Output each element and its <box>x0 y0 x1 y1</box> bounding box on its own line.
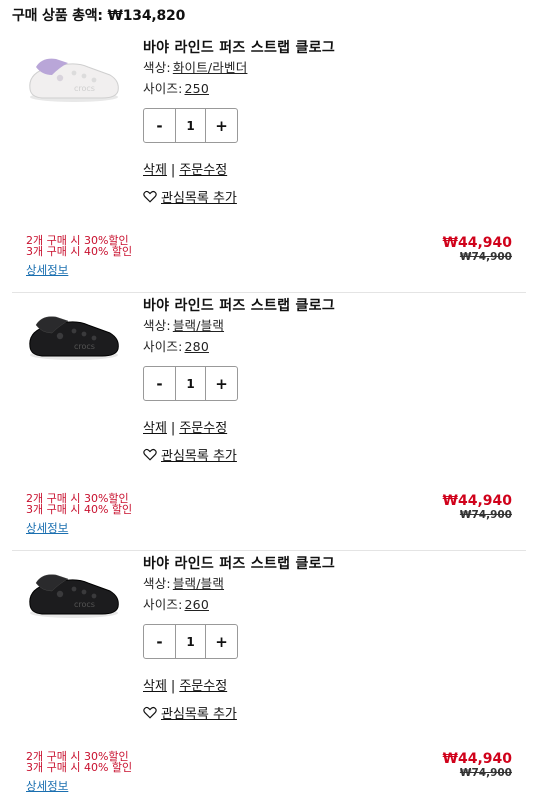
heart-icon <box>143 448 157 461</box>
promo-text-2: 3개 구매 시 40% 할인 <box>26 761 133 774</box>
detail-link[interactable]: 상세정보 <box>26 262 68 278</box>
size-option: 사이즈: 280 <box>143 339 209 354</box>
promo-text-2: 3개 구매 시 40% 할인 <box>26 245 133 258</box>
add-to-wishlist-button[interactable]: 관심목록 추가 <box>143 445 237 464</box>
qty-decrease-button[interactable]: - <box>144 367 175 400</box>
order-total: 구매 상품 총액: ₩134,820 <box>12 5 185 25</box>
cart-item: crocs 바야 라인드 퍼즈 스트랩 클로그 색상: 블랙/블랙 사이즈: 260… <box>12 551 526 802</box>
divider: | <box>170 163 176 178</box>
delete-link[interactable]: 삭제 <box>143 421 167 436</box>
delete-link[interactable]: 삭제 <box>143 679 167 694</box>
color-option: 색상: 블랙/블랙 <box>143 576 225 591</box>
sale-price: ₩44,940 <box>442 235 512 251</box>
cart-item: crocs 바야 라인드 퍼즈 스트랩 클로그 색상: 화이트/라벤더 사이즈: 2… <box>12 35 526 293</box>
svg-text:crocs: crocs <box>74 342 95 351</box>
item-actions: 삭제 | 주문수정 <box>143 159 227 178</box>
color-option: 색상: 블랙/블랙 <box>143 318 225 333</box>
order-total-value: ₩134,820 <box>107 8 186 24</box>
product-image[interactable]: crocs <box>22 45 122 105</box>
qty-value[interactable]: 1 <box>175 109 206 142</box>
heart-icon <box>143 706 157 719</box>
color-value[interactable]: 화이트/라벤더 <box>173 60 248 75</box>
product-name[interactable]: 바야 라인드 퍼즈 스트랩 클로그 <box>143 37 335 57</box>
qty-decrease-button[interactable]: - <box>144 625 175 658</box>
color-value[interactable]: 블랙/블랙 <box>173 576 224 591</box>
original-price: ₩74,900 <box>459 509 512 521</box>
cart-item: crocs 바야 라인드 퍼즈 스트랩 클로그 색상: 블랙/블랙 사이즈: 280… <box>12 293 526 551</box>
size-value[interactable]: 250 <box>185 81 209 96</box>
quantity-stepper: - 1 + <box>143 108 238 143</box>
qty-increase-button[interactable]: + <box>206 367 237 400</box>
wishlist-label: 관심목록 추가 <box>161 449 237 464</box>
product-image[interactable]: crocs <box>22 303 122 363</box>
sale-price: ₩44,940 <box>442 493 512 509</box>
delete-link[interactable]: 삭제 <box>143 163 167 178</box>
size-option: 사이즈: 250 <box>143 81 209 96</box>
qty-increase-button[interactable]: + <box>206 109 237 142</box>
color-option: 색상: 화이트/라벤더 <box>143 60 248 75</box>
original-price: ₩74,900 <box>459 251 512 263</box>
product-image[interactable]: crocs <box>22 561 122 621</box>
promo-text-2: 3개 구매 시 40% 할인 <box>26 503 133 516</box>
quantity-stepper: - 1 + <box>143 366 238 401</box>
add-to-wishlist-button[interactable]: 관심목록 추가 <box>143 187 237 206</box>
size-value[interactable]: 280 <box>185 339 209 354</box>
size-value[interactable]: 260 <box>185 597 209 612</box>
size-option: 사이즈: 260 <box>143 597 209 612</box>
product-name[interactable]: 바야 라인드 퍼즈 스트랩 클로그 <box>143 295 335 315</box>
qty-increase-button[interactable]: + <box>206 625 237 658</box>
heart-icon <box>143 190 157 203</box>
wishlist-label: 관심목록 추가 <box>161 191 237 206</box>
edit-order-link[interactable]: 주문수정 <box>179 679 227 694</box>
svg-text:crocs: crocs <box>74 84 95 93</box>
detail-link[interactable]: 상세정보 <box>26 778 68 794</box>
edit-order-link[interactable]: 주문수정 <box>179 163 227 178</box>
wishlist-label: 관심목록 추가 <box>161 707 237 722</box>
item-actions: 삭제 | 주문수정 <box>143 675 227 694</box>
qty-value[interactable]: 1 <box>175 625 206 658</box>
order-total-label: 구매 상품 총액: <box>12 8 103 24</box>
sale-price: ₩44,940 <box>442 751 512 767</box>
quantity-stepper: - 1 + <box>143 624 238 659</box>
item-actions: 삭제 | 주문수정 <box>143 417 227 436</box>
divider: | <box>170 679 176 694</box>
divider: | <box>170 421 176 436</box>
product-name[interactable]: 바야 라인드 퍼즈 스트랩 클로그 <box>143 553 335 573</box>
edit-order-link[interactable]: 주문수정 <box>179 421 227 436</box>
qty-decrease-button[interactable]: - <box>144 109 175 142</box>
add-to-wishlist-button[interactable]: 관심목록 추가 <box>143 703 237 722</box>
original-price: ₩74,900 <box>459 767 512 779</box>
detail-link[interactable]: 상세정보 <box>26 520 68 536</box>
color-value[interactable]: 블랙/블랙 <box>173 318 224 333</box>
svg-text:crocs: crocs <box>74 600 95 609</box>
qty-value[interactable]: 1 <box>175 367 206 400</box>
